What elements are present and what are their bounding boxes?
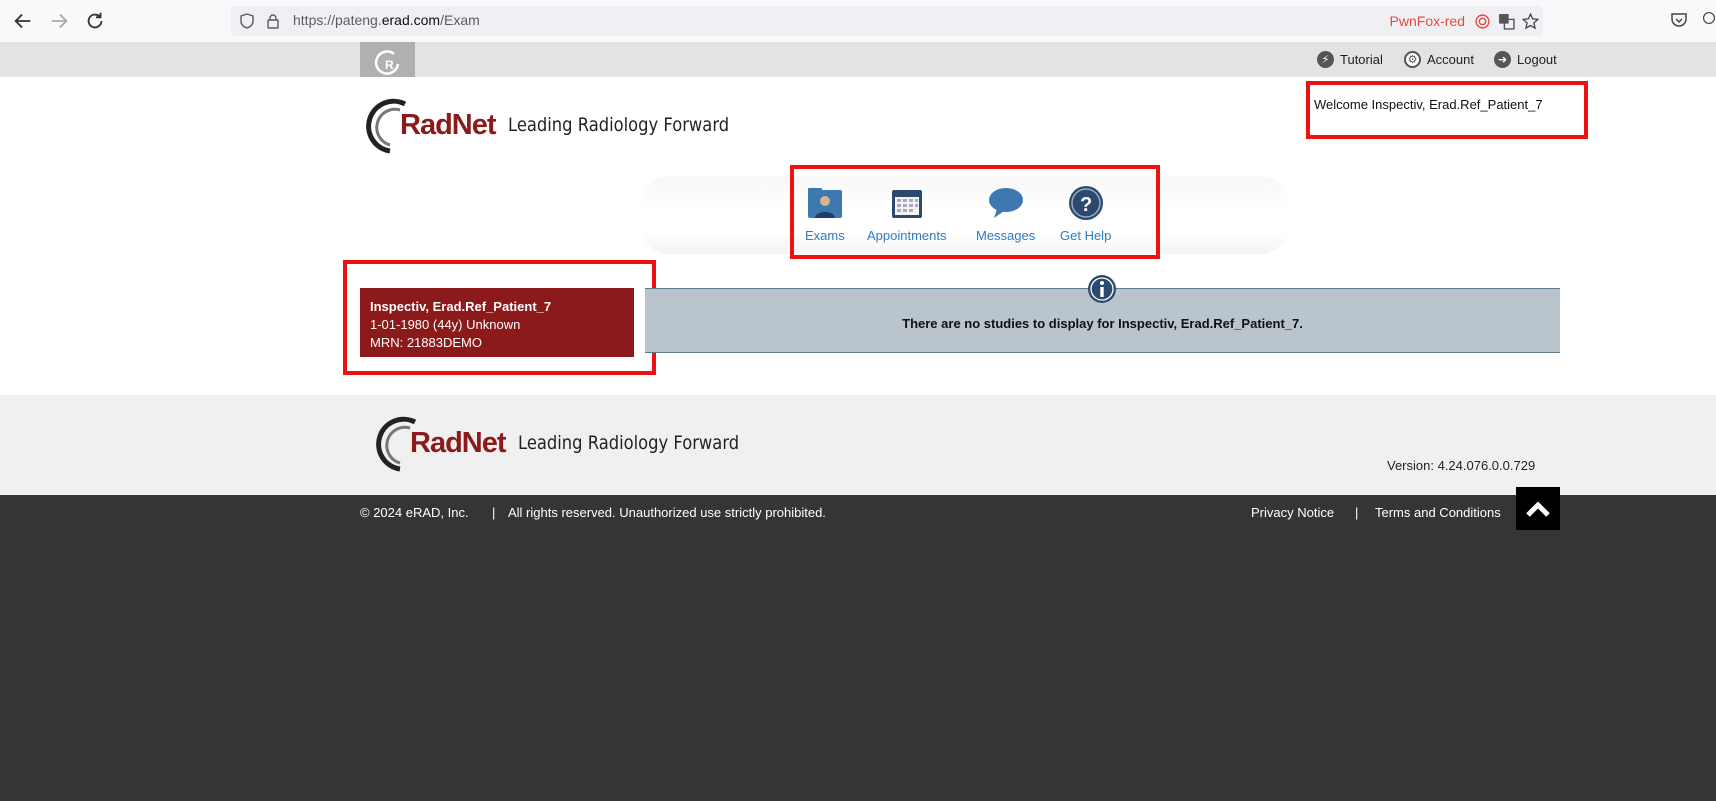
notice-text: There are no studies to display for Insp… — [902, 316, 1303, 331]
back-arrow-icon[interactable] — [12, 10, 34, 32]
highlight-box-patient — [343, 260, 656, 375]
pocket-icon[interactable] — [1670, 11, 1688, 29]
url-prefix: https://pateng. — [293, 12, 382, 28]
radnet-logo[interactable]: RadNet Leading Radiology Forward — [360, 96, 765, 154]
copyright-text: © 2024 eRAD, Inc. — [360, 505, 469, 520]
terms-link[interactable]: Terms and Conditions — [1375, 505, 1501, 520]
reload-icon[interactable] — [84, 10, 106, 32]
extension-icon[interactable] — [1702, 11, 1716, 29]
bookmark-star-icon[interactable] — [1521, 12, 1540, 30]
footer-separator: | — [1355, 505, 1359, 520]
footer-brand-name: RadNet — [410, 426, 507, 459]
r-logo-icon: R — [374, 50, 400, 75]
chevron-up-icon — [1526, 500, 1550, 517]
logout-link[interactable]: ➜ Logout — [1494, 51, 1557, 68]
gear-icon: ⚙ — [1404, 51, 1421, 68]
translate-icon[interactable] — [1498, 13, 1515, 30]
lightning-icon: ⚡ — [1317, 51, 1334, 68]
info-icon — [1088, 275, 1116, 303]
address-bar[interactable]: https://pateng.erad.com/Exam PwnFox-red — [231, 6, 1543, 36]
tutorial-label: Tutorial — [1340, 52, 1383, 67]
browser-toolbar: https://pateng.erad.com/Exam PwnFox-red — [0, 0, 1716, 43]
logout-label: Logout — [1517, 52, 1557, 67]
url-text[interactable]: https://pateng.erad.com/Exam — [293, 12, 480, 28]
url-domain: erad.com — [381, 12, 441, 28]
svg-text:R: R — [385, 58, 394, 72]
lock-icon[interactable] — [265, 13, 281, 29]
shield-icon[interactable] — [239, 13, 255, 29]
tutorial-link[interactable]: ⚡ Tutorial — [1317, 51, 1383, 68]
account-link[interactable]: ⚙ Account — [1404, 51, 1474, 68]
logout-icon: ➜ — [1494, 51, 1511, 68]
account-label: Account — [1427, 52, 1474, 67]
url-path: /Exam — [440, 12, 480, 28]
privacy-notice-link[interactable]: Privacy Notice — [1251, 505, 1334, 520]
brand-name: RadNet — [400, 108, 497, 141]
brand-tagline: Leading Radiology Forward — [507, 114, 729, 136]
rights-text: All rights reserved. Unauthorized use st… — [508, 505, 826, 520]
footer-brand-tagline: Leading Radiology Forward — [517, 432, 739, 454]
scroll-to-top-button[interactable] — [1516, 487, 1560, 530]
footer-separator: | — [492, 505, 496, 520]
footer-radnet-logo: RadNet Leading Radiology Forward — [370, 414, 775, 472]
footer-light — [0, 395, 1716, 495]
container-label[interactable]: PwnFox-red — [1390, 13, 1465, 29]
highlight-box-nav — [790, 165, 1160, 259]
fingerprint-icon[interactable] — [1474, 13, 1491, 30]
highlight-box-welcome — [1306, 81, 1588, 139]
version-text: Version: 4.24.076.0.0.729 — [1387, 458, 1536, 473]
forward-arrow-icon[interactable] — [48, 10, 70, 32]
